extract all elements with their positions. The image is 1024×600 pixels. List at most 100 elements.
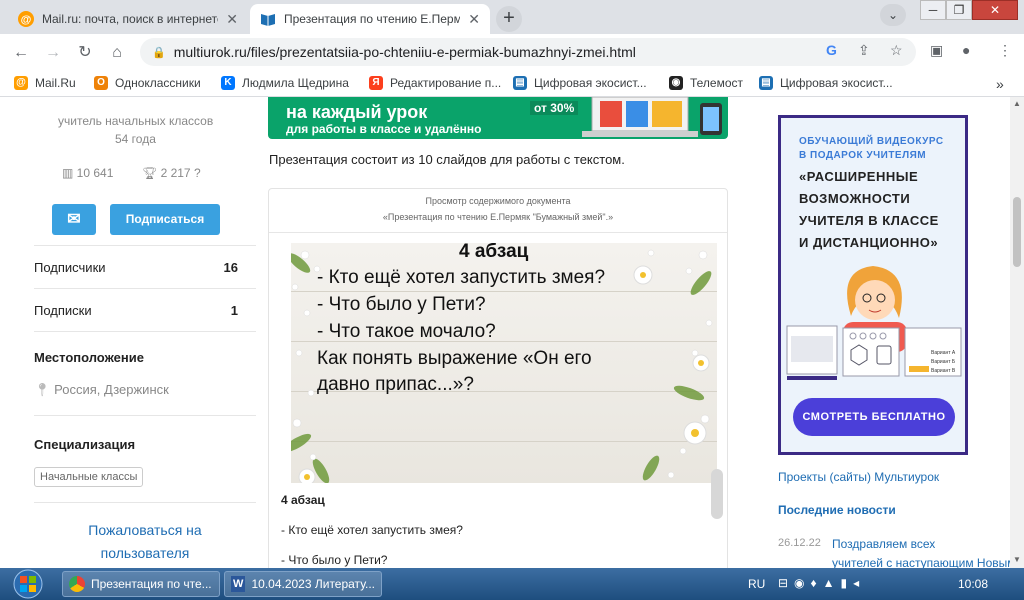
- bookmark-item[interactable]: ▤ Цифровая экосист...: [513, 76, 647, 90]
- close-tab-icon[interactable]: ✕: [226, 11, 238, 28]
- page-scrollbar[interactable]: ▲ ▼: [1010, 97, 1024, 568]
- news-item-link[interactable]: Поздравляем всех учителей с наступающим …: [832, 535, 1016, 568]
- promo-banner[interactable]: на каждый урок для работы в классе и уда…: [268, 97, 728, 139]
- scroll-up-arrow[interactable]: ▲: [1013, 99, 1021, 108]
- yandex-icon: Я: [369, 76, 383, 90]
- share-icon[interactable]: ⇪: [858, 42, 870, 59]
- awards-stat: 🏆︎ 2 217 ?: [142, 166, 201, 180]
- bookmark-item[interactable]: Я Редактирование п...: [369, 76, 501, 90]
- tray-icons[interactable]: ⊟◉♦▲▮◂: [778, 576, 865, 590]
- bookmark-item[interactable]: K Людмила Щедрина: [221, 76, 349, 90]
- document-content: на каждый урок для работы в классе и уда…: [268, 97, 728, 568]
- scroll-thumb[interactable]: [1013, 197, 1021, 267]
- bookmark-label: Mail.Ru: [35, 76, 76, 90]
- back-button[interactable]: ←: [10, 42, 32, 64]
- taskbar-item-word[interactable]: W 10.04.2023 Литерату...: [224, 571, 382, 597]
- screen: @ Mail.ru: почта, поиск в интернете ✕ Пр…: [0, 0, 1024, 600]
- ad-text: И ДИСТАНЦИОННО»: [799, 235, 939, 250]
- subscribe-button[interactable]: Подписаться: [110, 204, 220, 235]
- specialization-heading: Специализация: [34, 437, 136, 452]
- taskbar-item-label: Презентация по чте...: [91, 577, 212, 591]
- close-tab-icon[interactable]: ✕: [468, 11, 480, 28]
- mailru-favicon-icon: @: [18, 11, 34, 27]
- clock[interactable]: 10:08: [958, 577, 988, 591]
- viewer-subheading: «Презентация по чтению Е.Пермяк "Бумажны…: [382, 212, 614, 222]
- reload-button[interactable]: ↻: [74, 42, 96, 64]
- bookmark-star-icon[interactable]: ☆: [890, 42, 903, 59]
- subscribers-label[interactable]: Подписчики: [34, 260, 106, 275]
- tab-search-button[interactable]: ⌄: [880, 4, 906, 26]
- report-user-link[interactable]: Пожаловаться на пользователя: [34, 519, 256, 565]
- tab-presentation[interactable]: Презентация по чтению Е.Перм ✕: [250, 4, 490, 34]
- ad-text: ОБУЧАЮЩИЙ ВИДЕОКУРС: [799, 136, 944, 147]
- ad-text: «РАСШИРЕННЫЕ: [799, 169, 919, 184]
- telemost-icon: ◉: [669, 76, 683, 90]
- awards-count: 2 217: [160, 166, 191, 180]
- slide-line: давно припас...»?: [317, 374, 474, 395]
- views-icon: ▥: [62, 166, 77, 180]
- bookmark-item[interactable]: О Одноклассники: [94, 76, 201, 90]
- news-line: учителей с наступающим Новым: [832, 556, 1016, 568]
- book-icon: ▤: [759, 76, 773, 90]
- close-window-button[interactable]: ✕: [972, 0, 1018, 20]
- viewer-scrollbar[interactable]: [711, 469, 723, 519]
- bookmark-item[interactable]: ▤ Цифровая экосист...: [759, 76, 893, 90]
- home-button[interactable]: ⌂: [106, 42, 128, 64]
- bookmarks-overflow-icon[interactable]: »: [996, 76, 1004, 92]
- divider: [34, 415, 256, 416]
- help-icon[interactable]: ?: [191, 166, 201, 180]
- book-icon: ▤: [513, 76, 527, 90]
- browser-tab-strip: @ Mail.ru: почта, поиск в интернете ✕ Пр…: [0, 0, 1024, 34]
- subscriptions-label[interactable]: Подписки: [34, 303, 92, 318]
- banner-headline: на каждый урок: [286, 102, 428, 122]
- document-viewer: Просмотр содержимого документа «Презента…: [268, 188, 728, 568]
- message-button[interactable]: ✉: [52, 204, 96, 235]
- viewer-divider: [269, 232, 727, 233]
- news-heading: Последние новости: [778, 503, 896, 517]
- tab-title: Mail.ru: почта, поиск в интернете: [42, 12, 219, 26]
- slide-image: 4 абзац - Кто ещё хотел запустить змея? …: [291, 243, 717, 483]
- bookmark-item[interactable]: @ Mail.Ru: [14, 76, 76, 90]
- bookmark-label: Людмила Щедрина: [242, 76, 349, 90]
- slide-title: 4 абзац: [459, 243, 529, 262]
- start-button[interactable]: [6, 568, 50, 600]
- text-paragraph-line: - Кто ещё хотел запустить змея?: [281, 523, 463, 537]
- new-tab-button[interactable]: +: [496, 6, 522, 32]
- side-panel-icon[interactable]: ▣: [930, 42, 943, 59]
- google-icon[interactable]: G: [826, 42, 837, 58]
- specialization-tag[interactable]: Начальные классы: [34, 467, 144, 487]
- divider: [34, 502, 256, 503]
- laptop-illustration: [582, 97, 722, 137]
- video-course-ad[interactable]: ОБУЧАЮЩИЙ ВИДЕОКУРС В ПОДАРОК УЧИТЕЛЯМ «…: [778, 115, 968, 455]
- vk-icon: K: [221, 76, 235, 90]
- browser-toolbar: ← → ↻ ⌂ 🔒 multiurok.ru/files/prezentatsi…: [0, 34, 1024, 71]
- location-value: 📍︎ Россия, Дзержинск: [34, 382, 169, 398]
- location-pin-icon: 📍︎: [34, 382, 55, 397]
- ad-option: Вариант А: [931, 350, 956, 356]
- profile-icon[interactable]: ●: [962, 42, 970, 58]
- scroll-down-arrow[interactable]: ▼: [1013, 555, 1021, 564]
- slide-line: - Кто ещё хотел запустить змея?: [317, 267, 606, 288]
- watch-free-button[interactable]: СМОТРЕТЬ БЕСПЛАТНО: [793, 398, 955, 436]
- url-text: multiurok.ru/files/prezentatsiia-po-chte…: [173, 44, 636, 60]
- tab-mailru[interactable]: @ Mail.ru: почта, поиск в интернете ✕: [8, 4, 248, 34]
- projects-link[interactable]: Проекты (сайты) Мультиурок: [778, 470, 939, 484]
- subscriptions-count[interactable]: 1: [198, 303, 238, 318]
- minimize-button[interactable]: ─: [920, 0, 946, 20]
- forward-button[interactable]: →: [42, 42, 64, 64]
- chrome-icon: [69, 576, 85, 592]
- subscribers-count[interactable]: 16: [198, 260, 238, 275]
- taskbar-item-chrome[interactable]: Презентация по чте...: [62, 571, 220, 597]
- text-paragraph-title: 4 абзац: [281, 493, 325, 507]
- maximize-button[interactable]: ❐: [946, 0, 972, 20]
- banner-subline: для работы в классе и удалённо: [286, 122, 482, 136]
- author-role: учитель начальных классов: [58, 114, 214, 128]
- tab-title: Презентация по чтению Е.Перм: [284, 12, 461, 26]
- address-bar[interactable]: 🔒 multiurok.ru/files/prezentatsiia-po-ch…: [140, 38, 916, 66]
- language-indicator[interactable]: RU: [748, 577, 765, 591]
- lock-icon: 🔒: [152, 46, 166, 59]
- bookmark-item[interactable]: ◉ Телемост: [669, 76, 743, 90]
- menu-icon[interactable]: ⋮: [998, 42, 1012, 59]
- viewer-heading: Просмотр содержимого документа: [425, 196, 571, 206]
- text-paragraph-line: - Что было у Пети?: [281, 553, 388, 567]
